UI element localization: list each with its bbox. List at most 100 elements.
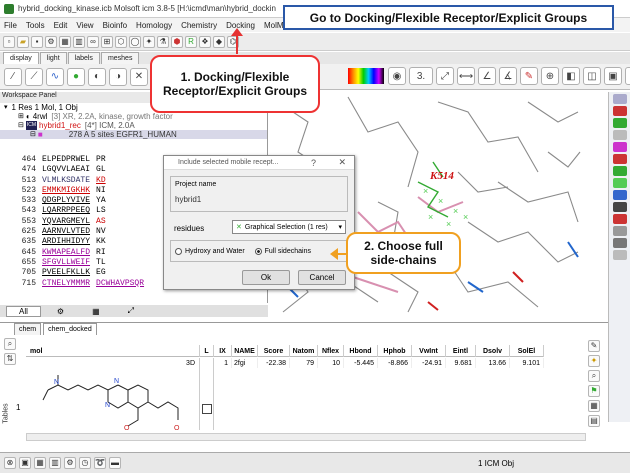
flask-icon[interactable]: ⚗ [157, 35, 169, 48]
column-vwint[interactable]: VwInt [412, 345, 446, 357]
tree-object-hybrid1-rec[interactable]: ⊟ ICM hybrid1_rec [4*] ICM, 2.0A [0, 121, 267, 130]
torsion-icon[interactable]: ∡ [499, 67, 517, 85]
menu-file[interactable]: File [4, 21, 17, 30]
menu-chemistry[interactable]: Chemistry [181, 21, 217, 30]
flag-icon[interactable]: ⚑ [588, 385, 600, 397]
color-palette[interactable] [348, 68, 384, 84]
distance-icon[interactable]: ⟷ [457, 67, 475, 85]
score-icon[interactable]: ◆ [213, 35, 225, 48]
receptor-icon[interactable]: R [185, 35, 197, 48]
surface-icon[interactable]: ◐ [88, 67, 106, 86]
residues-select[interactable]: ✕ Graphical Selection (1 res) ▾ [232, 220, 346, 234]
sort-icon[interactable]: ⇅ [4, 353, 16, 365]
column-ix[interactable]: IX [214, 345, 232, 357]
graphics-icon[interactable]: ▣ [19, 457, 31, 469]
chart-icon[interactable]: ▥ [73, 35, 85, 48]
column-dsolv[interactable]: Dsolv [476, 345, 510, 357]
invert-icon[interactable] [612, 226, 627, 236]
column-solel[interactable]: SolEl [510, 345, 544, 357]
save-icon[interactable]: ▪ [31, 35, 43, 48]
print-icon[interactable]: ▤ [588, 415, 600, 427]
tree-chain-row[interactable]: ⊟ ■ 278 A 5 sites EGFR1_HUMAN [0, 130, 267, 139]
expand-icon[interactable]: ⊞ [18, 112, 24, 121]
clock-icon[interactable]: ◷ [79, 457, 91, 469]
atom-select-icon[interactable] [612, 166, 627, 176]
tab-chem-docked[interactable]: chem_docked [43, 323, 97, 335]
new-file-icon[interactable]: ▫ [3, 35, 15, 48]
menu-view[interactable]: View [76, 21, 93, 30]
column-score[interactable]: Score [258, 345, 290, 357]
cancel-button[interactable]: Cancel [298, 270, 346, 285]
tab-display[interactable]: display [3, 52, 39, 64]
stereo-icon[interactable]: ◫ [583, 67, 601, 85]
ok-button[interactable]: Ok [242, 270, 290, 285]
as-icon[interactable] [612, 238, 627, 248]
collapse-icon[interactable]: ▾ [4, 103, 8, 112]
column-name[interactable]: NAME [232, 345, 258, 357]
skin-icon[interactable]: ◑ [109, 67, 127, 86]
center-icon[interactable]: ⊕ [541, 67, 559, 85]
edit-icon[interactable]: ✎ [588, 340, 600, 352]
resolution-icon[interactable]: 3. [409, 67, 433, 85]
settings-status-icon[interactable]: ⚙ [64, 457, 76, 469]
grid-view-icon[interactable]: ▦ [588, 400, 600, 412]
translate-icon[interactable] [612, 118, 627, 128]
chevron-down-icon[interactable]: ▾ [338, 223, 342, 231]
cpk-icon[interactable]: ● [67, 67, 85, 86]
ligand-select-icon[interactable] [612, 142, 627, 152]
surface-select-icon[interactable] [612, 214, 627, 224]
screenshot-icon[interactable]: ▣ [604, 67, 622, 85]
search-icon[interactable]: ⌕ [588, 370, 600, 382]
tab-labels[interactable]: labels [67, 52, 100, 64]
column-l[interactable]: L [200, 345, 214, 357]
table-icon[interactable]: ▦ [59, 35, 71, 48]
open-folder-icon[interactable]: ▰ [17, 35, 29, 48]
help-button[interactable]: ? [311, 158, 316, 168]
eye-icon[interactable]: ◐ [26, 112, 31, 121]
molecule-icon[interactable]: ⬡ [115, 35, 127, 48]
structure-cell[interactable]: 3D NNN OO [26, 358, 200, 430]
tab-meshes[interactable]: meshes [100, 52, 140, 64]
measure-icon[interactable]: ⤢ [436, 67, 454, 85]
angle-icon[interactable]: ∠ [478, 67, 496, 85]
xstick-icon[interactable]: ✕ [130, 67, 148, 86]
clear-select-icon[interactable] [612, 178, 627, 188]
tab-all[interactable]: All [6, 305, 41, 317]
radio-full-sidechains[interactable]: Full sidechains [254, 247, 311, 255]
menu-edit[interactable]: Edit [54, 21, 68, 30]
menu-homology[interactable]: Homology [136, 21, 172, 30]
grid-icon[interactable]: ⊞ [101, 35, 113, 48]
close-button[interactable]: ✕ [338, 157, 346, 168]
column-mol[interactable]: mol [26, 345, 200, 357]
stick-icon[interactable]: ⟋ [25, 67, 43, 86]
filter-icon[interactable]: ⌕ [4, 338, 16, 350]
link-icon[interactable]: ∞ [87, 35, 99, 48]
neighbor-icon[interactable] [612, 190, 627, 200]
ribbon-icon[interactable]: ∿ [46, 67, 64, 86]
undo-icon[interactable]: ↺ [625, 67, 630, 85]
highlight-icon[interactable]: ✦ [588, 355, 600, 367]
pick-icon[interactable]: ✎ [520, 67, 538, 85]
pointer-icon[interactable] [612, 250, 627, 260]
stop-icon[interactable]: ⊗ [4, 457, 16, 469]
radio-hydroxy[interactable]: Hydroxy and Water [175, 247, 245, 255]
grid-status-icon[interactable]: ▦ [34, 457, 46, 469]
column-natom[interactable]: Natom [290, 345, 318, 357]
tab-chem[interactable]: chem [14, 323, 42, 335]
rotate-icon[interactable] [612, 94, 627, 104]
zoom-icon[interactable] [612, 106, 627, 116]
project-name-field[interactable]: hybrid1 [175, 195, 201, 204]
column-eintl[interactable]: Eintl [446, 345, 476, 357]
menu-bioinfo[interactable]: Bioinfo [103, 21, 127, 30]
collapse-icon[interactable]: ⊟ [18, 121, 24, 130]
wire-icon[interactable]: ∕ [4, 67, 22, 86]
list-status-icon[interactable]: ▥ [49, 457, 61, 469]
tree-object-4rwl[interactable]: ⊞ ◐ 4rwl [3] XR, 2.2A, kinase, growth fa… [0, 112, 267, 121]
tab-tables-icon[interactable]: ▦ [80, 307, 112, 316]
ligand-icon[interactable]: ✦ [143, 35, 155, 48]
residue-select-icon[interactable] [612, 154, 627, 164]
color-wheel-icon[interactable]: ◉ [388, 67, 406, 85]
column-hbond[interactable]: Hbond [344, 345, 378, 357]
column-nflex[interactable]: Nflex [318, 345, 344, 357]
terminal-icon[interactable]: ▬ [109, 457, 121, 469]
